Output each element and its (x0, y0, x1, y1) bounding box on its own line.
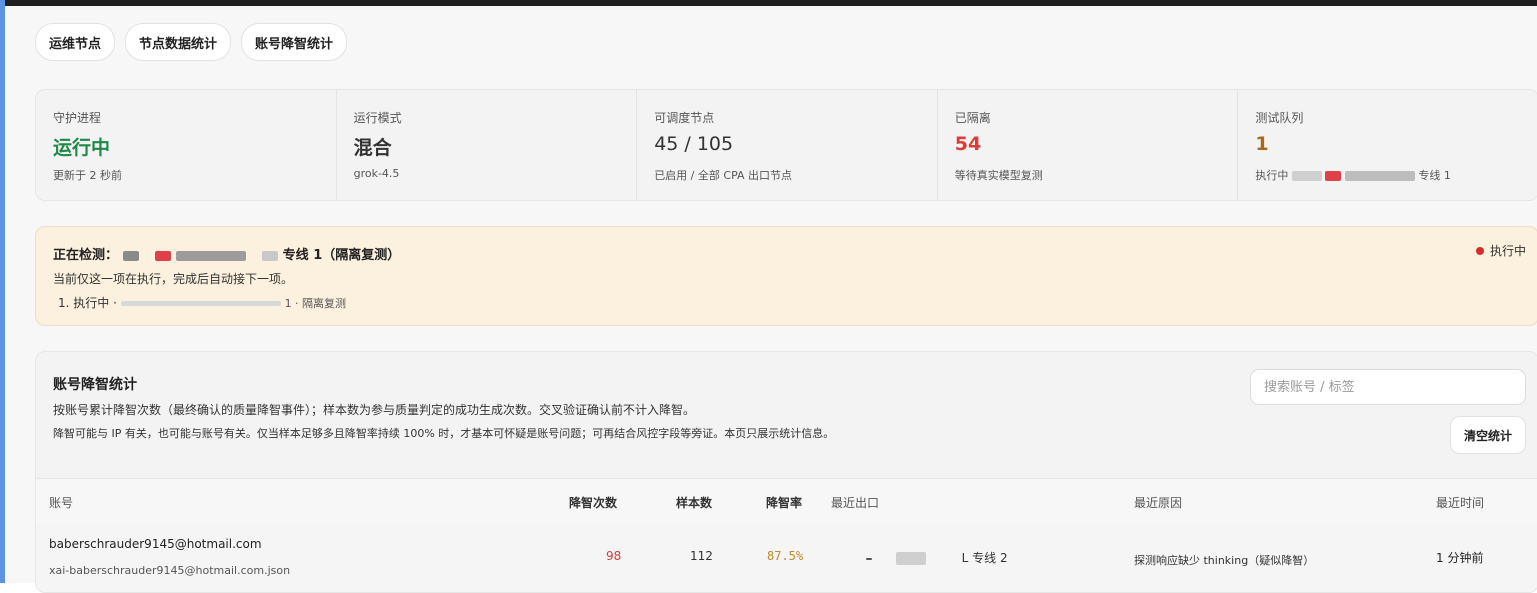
stat-value: 1 (1255, 133, 1269, 155)
banner-status: 执行中 (1475, 242, 1526, 259)
stat-label: 已隔离 (954, 111, 991, 125)
banner-item-suffix: 1 · 隔离复测 (284, 297, 347, 310)
banner-title: 正在检测： 专线 1（隔离复测） (53, 244, 400, 263)
col-samples: 样本数 (676, 496, 713, 510)
tab-bar: 运维节点 节点数据统计 账号降智统计 (35, 23, 348, 61)
current-test-banner: 正在检测： 专线 1（隔离复测） 当前仅这一项在执行，完成后自动接下一项。 1.… (35, 226, 1537, 326)
banner-title-suffix: 专线 1（隔离复测） (282, 248, 401, 263)
row-account-file: xai-baberschrauder9145@hotmail.com.json (49, 564, 291, 577)
stat-value: 45 / 105 (654, 133, 734, 155)
stat-mode: 运行模式 混合 grok-4.5 (337, 90, 638, 200)
stat-cards: 守护进程 运行中 更新于 2 秒前 运行模式 混合 grok-4.5 可调度节点… (35, 89, 1537, 201)
row-account: baberschrauder9145@hotmail.com (49, 537, 262, 551)
search-input[interactable] (1250, 369, 1526, 405)
banner-title-prefix: 正在检测： (53, 248, 119, 263)
stat-label: 测试队列 (1255, 111, 1304, 125)
row-exit-suffix: L 专线 2 (961, 551, 1008, 565)
clear-stats-button[interactable]: 清空统计 (1449, 416, 1526, 454)
stat-schedulable-nodes: 可调度节点 45 / 105 已启用 / 全部 CPA 出口节点 (637, 90, 938, 200)
redacted-block (1344, 171, 1415, 181)
stat-label: 可调度节点 (654, 111, 715, 125)
stat-label: 守护进程 (53, 111, 102, 125)
stat-sub: grok-4.5 (353, 167, 400, 180)
table-header: 账号 降智次数 样本数 降智率 最近出口 最近原因 最近时间 (36, 478, 1537, 525)
stat-sub: 执行中 专线 1 (1255, 167, 1451, 183)
col-recent-exit: 最近出口 (831, 496, 880, 510)
redacted-block (1325, 171, 1342, 181)
panel-title: 账号降智统计 (53, 377, 137, 393)
tab-ops-nodes[interactable]: 运维节点 (35, 23, 116, 61)
row-samples: 112 (690, 549, 713, 563)
row-degrade-count: 98 (606, 549, 622, 563)
page: 运维节点 节点数据统计 账号降智统计 守护进程 运行中 更新于 2 秒前 运行模… (5, 6, 1537, 593)
col-account: 账号 (49, 496, 74, 510)
col-recent-time: 最近时间 (1436, 496, 1485, 510)
panel-description: 按账号累计降智次数（最终确认的质量降智事件）；样本数为参与质量判定的成功生成次数… (53, 403, 696, 417)
stat-value: 54 (954, 133, 982, 155)
panel-note: 降智可能与 IP 有关，也可能与账号有关。仅当样本足够多且降智率持续 100% … (53, 427, 835, 440)
stat-sub: 等待真实模型复测 (954, 169, 1043, 182)
redacted-block (1291, 171, 1322, 181)
stat-sub-suffix: 专线 1 (1418, 169, 1451, 182)
row-recent-exit: L 专线 2 (866, 549, 1008, 566)
row-recent-time: 1 分钟前 (1436, 551, 1484, 565)
banner-line: 当前仅这一项在执行，完成后自动接下一项。 (53, 272, 294, 286)
account-degrade-panel: 账号降智统计 按账号累计降智次数（最终确认的质量降智事件）；样本数为参与质量判定… (35, 351, 1537, 593)
redacted-block (122, 250, 139, 261)
stat-label: 运行模式 (353, 111, 402, 125)
stat-daemon: 守护进程 运行中 更新于 2 秒前 (36, 90, 337, 200)
stat-sub: 已启用 / 全部 CPA 出口节点 (654, 169, 793, 182)
stat-value: 运行中 (53, 137, 111, 159)
stat-value: 混合 (353, 137, 392, 159)
redacted-block (866, 557, 872, 560)
redacted-block (155, 250, 172, 261)
banner-queue-item: 1. 执行中 · 1 · 隔离复测 (58, 294, 346, 311)
redacted-block (175, 250, 246, 261)
stat-test-queue: 测试队列 1 执行中 专线 1 (1238, 90, 1537, 200)
stat-isolated: 已隔离 54 等待真实模型复测 (938, 90, 1239, 200)
col-rate: 降智率 (766, 496, 803, 510)
redacted-block (895, 552, 926, 565)
row-rate: 87.5% (767, 549, 804, 563)
banner-status-label: 执行中 (1489, 244, 1526, 258)
banner-item-prefix: 1. 执行中 · (58, 296, 117, 310)
col-recent-reason: 最近原因 (1134, 496, 1183, 510)
redacted-block (120, 301, 281, 306)
redacted-block (262, 250, 279, 261)
col-degrade-count: 降智次数 (569, 496, 618, 510)
stat-sub: 更新于 2 秒前 (53, 169, 122, 182)
row-recent-reason: 探测响应缺少 thinking（疑似降智） (1134, 554, 1315, 567)
status-dot-icon (1475, 246, 1484, 255)
tab-node-stats[interactable]: 节点数据统计 (125, 23, 232, 61)
tab-account-degrade-stats[interactable]: 账号降智统计 (241, 23, 348, 61)
stat-sub-prefix: 执行中 (1255, 169, 1289, 182)
